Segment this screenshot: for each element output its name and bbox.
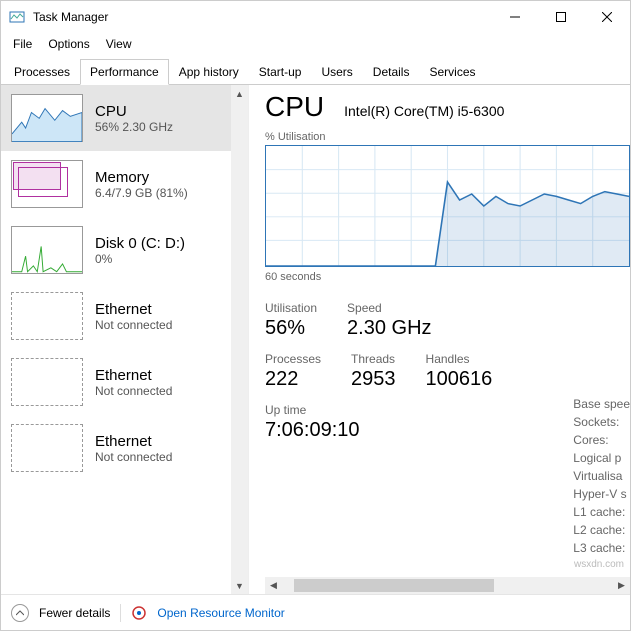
- stat-label: Speed: [347, 301, 431, 315]
- stat-label: Utilisation: [265, 301, 317, 315]
- detail-pane: CPU Intel(R) Core(TM) i5-6300 % Utilisat…: [249, 85, 630, 594]
- utilisation-chart: [265, 145, 630, 267]
- stat-label: Base spee: [573, 395, 630, 413]
- handles-value: 100616: [426, 368, 493, 391]
- cpu-model: Intel(R) Core(TM) i5-6300: [344, 103, 504, 119]
- sidebar-item-sub: 6.4/7.9 GB (81%): [95, 186, 188, 200]
- ethernet-thumbnail-icon: [11, 292, 83, 340]
- scroll-left-icon[interactable]: ◀: [265, 580, 282, 591]
- tab-performance[interactable]: Performance: [80, 59, 169, 85]
- chevron-up-icon[interactable]: [11, 604, 29, 622]
- scroll-thumb[interactable]: [294, 579, 494, 592]
- ethernet-thumbnail-icon: [11, 358, 83, 406]
- sidebar-item-sub: 56% 2.30 GHz: [95, 120, 173, 134]
- tab-startup[interactable]: Start-up: [249, 59, 312, 85]
- maximize-button[interactable]: [538, 1, 584, 33]
- app-icon: [9, 9, 25, 25]
- stat-label: L3 cache:: [573, 539, 630, 557]
- cpu-thumbnail-icon: [11, 94, 83, 142]
- menu-bar: File Options View: [1, 33, 630, 55]
- sidebar-item-label: Memory: [95, 169, 188, 186]
- open-resource-monitor-link[interactable]: Open Resource Monitor: [157, 606, 284, 620]
- sidebar-item-label: Ethernet: [95, 367, 172, 384]
- stat-label: Sockets:: [573, 413, 630, 431]
- stat-label: Handles: [426, 352, 493, 366]
- sidebar-item-sub: Not connected: [95, 318, 172, 332]
- sidebar-item-label: CPU: [95, 103, 173, 120]
- disk-thumbnail-icon: [11, 226, 83, 274]
- close-button[interactable]: [584, 1, 630, 33]
- sidebar-scrollbar[interactable]: ▲ ▼: [231, 85, 248, 594]
- resource-monitor-icon: [131, 605, 147, 621]
- sidebar-item-sub: Not connected: [95, 450, 172, 464]
- uptime-value: 7:06:09:10: [265, 419, 492, 442]
- footer: Fewer details Open Resource Monitor: [1, 594, 630, 630]
- tab-services[interactable]: Services: [419, 59, 485, 85]
- tab-bar: Processes Performance App history Start-…: [1, 55, 630, 85]
- separator: [120, 604, 121, 622]
- sidebar-item-sub: 0%: [95, 252, 185, 266]
- minimize-button[interactable]: [492, 1, 538, 33]
- detail-horizontal-scrollbar[interactable]: ◀ ▶: [265, 577, 630, 594]
- utilisation-value: 56%: [265, 317, 317, 340]
- watermark: wsxdn.com: [574, 559, 624, 570]
- stat-label: Virtualisa: [573, 467, 630, 485]
- scroll-up-icon[interactable]: ▲: [231, 85, 248, 102]
- detail-heading: CPU: [265, 91, 324, 123]
- stat-label: Hyper-V s: [573, 485, 630, 503]
- menu-view[interactable]: View: [98, 35, 140, 53]
- speed-value: 2.30 GHz: [347, 317, 431, 340]
- scroll-right-icon[interactable]: ▶: [613, 580, 630, 591]
- sidebar-item-ethernet[interactable]: EthernetNot connected: [1, 283, 231, 349]
- scroll-down-icon[interactable]: ▼: [231, 577, 248, 594]
- sidebar-item-label: Ethernet: [95, 301, 172, 318]
- sidebar-item-ethernet[interactable]: EthernetNot connected: [1, 349, 231, 415]
- sidebar-item-disk[interactable]: Disk 0 (C: D:)0%: [1, 217, 231, 283]
- stat-label: Processes: [265, 352, 321, 366]
- window-title: Task Manager: [33, 10, 108, 24]
- fewer-details-button[interactable]: Fewer details: [39, 606, 110, 620]
- stat-label: Logical p: [573, 449, 630, 467]
- stat-label: Threads: [351, 352, 396, 366]
- stat-label: Up time: [265, 403, 492, 417]
- stat-label: Cores:: [573, 431, 630, 449]
- stat-label: L1 cache:: [573, 503, 630, 521]
- sidebar-item-sub: Not connected: [95, 384, 172, 398]
- chart-y-label: % Utilisation: [265, 131, 630, 143]
- stat-label: L2 cache:: [573, 521, 630, 539]
- tab-app-history[interactable]: App history: [169, 59, 249, 85]
- sidebar-item-label: Disk 0 (C: D:): [95, 235, 185, 252]
- ethernet-thumbnail-icon: [11, 424, 83, 472]
- tab-details[interactable]: Details: [363, 59, 420, 85]
- threads-value: 2953: [351, 368, 396, 391]
- sidebar-item-ethernet[interactable]: EthernetNot connected: [1, 415, 231, 481]
- title-bar: Task Manager: [1, 1, 630, 33]
- menu-options[interactable]: Options: [40, 35, 97, 53]
- chart-x-label: 60 seconds: [265, 271, 630, 283]
- tab-processes[interactable]: Processes: [4, 59, 80, 85]
- menu-file[interactable]: File: [5, 35, 40, 53]
- sidebar-item-memory[interactable]: Memory6.4/7.9 GB (81%): [1, 151, 231, 217]
- sidebar: CPU56% 2.30 GHz Memory6.4/7.9 GB (81%) D…: [1, 85, 249, 594]
- memory-thumbnail-icon: [11, 160, 83, 208]
- processes-value: 222: [265, 368, 321, 391]
- sidebar-item-cpu[interactable]: CPU56% 2.30 GHz: [1, 85, 231, 151]
- sidebar-item-label: Ethernet: [95, 433, 172, 450]
- tab-users[interactable]: Users: [311, 59, 362, 85]
